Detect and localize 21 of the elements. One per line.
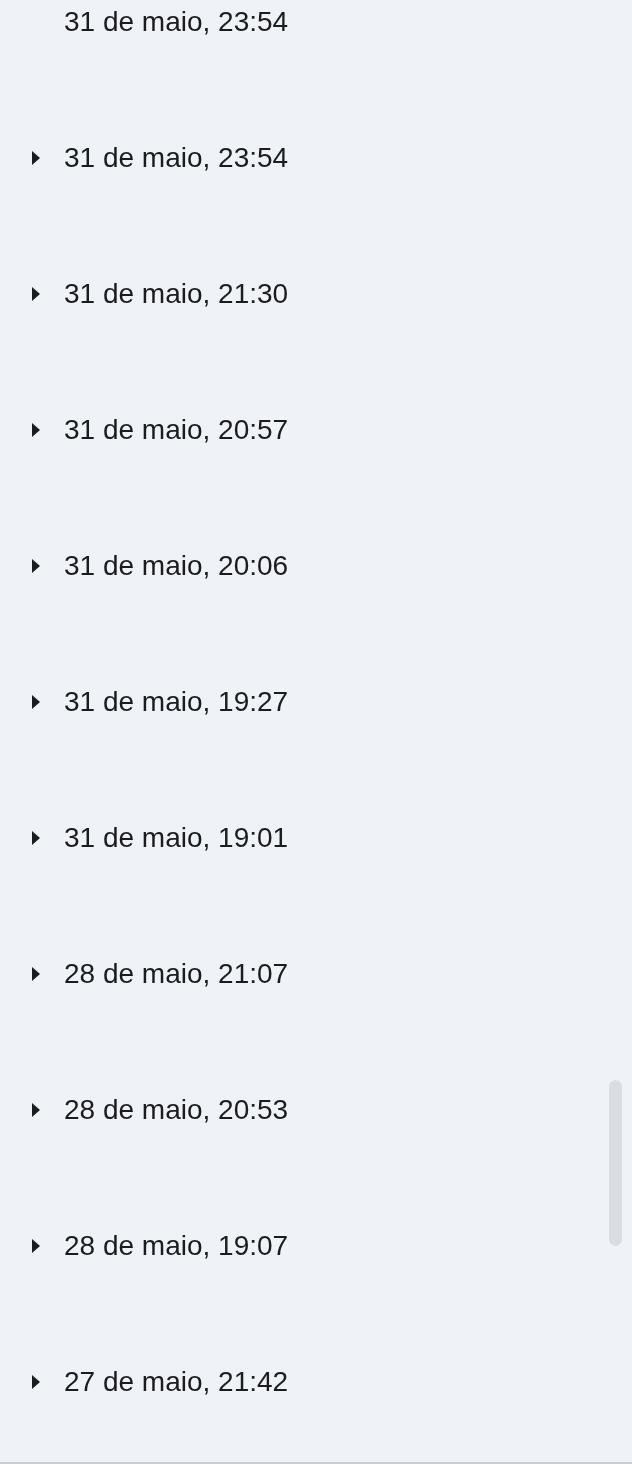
caret-icon	[32, 287, 40, 301]
caret-icon	[32, 151, 40, 165]
caret-icon	[32, 967, 40, 981]
caret-icon	[32, 1239, 40, 1253]
caret-icon	[32, 695, 40, 709]
caret-icon	[32, 559, 40, 573]
version-timestamp[interactable]: 28 de maio, 19:07	[64, 1230, 289, 1262]
version-timestamp[interactable]: 31 de maio, 21:30	[64, 278, 289, 310]
version-timestamp[interactable]: 31 de maio, 23:54	[64, 142, 289, 174]
version-timestamp[interactable]: 31 de maio, 23:54	[64, 6, 289, 38]
version-timestamp[interactable]: 27 de maio, 21:42	[64, 1366, 289, 1398]
version-timestamp[interactable]: 31 de maio, 20:57	[64, 414, 289, 446]
caret-icon	[32, 831, 40, 845]
version-timestamp[interactable]: 31 de maio, 20:06	[64, 550, 289, 582]
caret-icon	[32, 1375, 40, 1389]
version-timestamp[interactable]: 28 de maio, 20:53	[64, 1094, 289, 1126]
caret-icon	[32, 1103, 40, 1117]
version-timestamp[interactable]: 28 de maio, 21:07	[64, 958, 289, 990]
caret-icon	[32, 423, 40, 437]
version-timestamp[interactable]: 31 de maio, 19:01	[64, 822, 289, 854]
version-timestamp[interactable]: 31 de maio, 19:27	[64, 686, 289, 718]
